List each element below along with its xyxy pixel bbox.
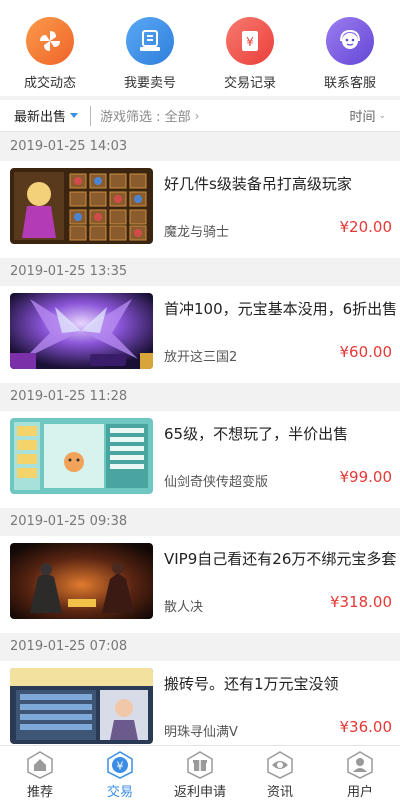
pinwheel-icon — [26, 17, 74, 65]
listing-thumbnail — [10, 418, 153, 494]
tab-news[interactable]: 资讯 — [240, 746, 320, 800]
sell-tag-icon — [126, 17, 174, 65]
listing-group: 2019-01-25 07:08 搬砖号。还有1万元宝没领 明珠寻仙满V ¥36… — [0, 633, 400, 758]
listing-game-name: 明珠寻仙满V — [164, 725, 238, 740]
gift-icon — [184, 750, 216, 780]
support-agent-icon — [326, 17, 374, 65]
listing-date: 2019-01-25 13:35 — [0, 258, 400, 286]
listing-price: ¥60.00 — [339, 343, 393, 361]
listing-group: 2019-01-25 13:35 首冲100，元宝基本没用，6折出售 放开这三国… — [0, 258, 400, 383]
listing-game-name: 散人决 — [164, 600, 204, 615]
tab-label: 推荐 — [26, 785, 53, 800]
quick-item-deal-feed[interactable]: 成交动态 — [0, 0, 100, 96]
tab-label: 用户 — [346, 785, 373, 800]
user-icon — [344, 750, 376, 780]
listing-date: 2019-01-25 14:03 — [0, 133, 400, 161]
home-icon — [24, 750, 56, 780]
listing-group: 2019-01-25 09:38 VIP9自己看还有26万不绑元宝多套 散人决 … — [0, 508, 400, 633]
quick-item-sell-account[interactable]: 我要卖号 — [100, 0, 200, 96]
chevron-right-icon: › — [194, 108, 200, 123]
listing-card[interactable]: 首冲100，元宝基本没用，6折出售 放开这三国2 ¥60.00 — [0, 286, 400, 383]
listing-group: 2019-01-25 11:28 65级，不想玩了，半价出售 仙剑奇侠传超变版 … — [0, 383, 400, 508]
listing-list: 2019-01-25 14:03 好几件s级装备吊打高级玩家 魔龙与骑士 ¥20… — [0, 133, 400, 758]
game-filter-button[interactable]: 游戏筛选 : 全部 › — [100, 106, 200, 126]
listing-thumbnail — [10, 668, 153, 744]
sort-newest-dropdown[interactable]: 最新出售 — [0, 106, 79, 125]
listing-price: ¥20.00 — [339, 218, 393, 236]
quick-label: 联系客服 — [323, 76, 376, 91]
listing-price: ¥99.00 — [339, 468, 393, 486]
listing-game-name: 放开这三国2 — [164, 350, 238, 365]
filter-bar: 最新出售 游戏筛选 : 全部 › 时间 ⌄ — [0, 100, 400, 132]
listing-thumbnail — [10, 293, 153, 369]
chevron-down-icon: ⌄ — [378, 110, 386, 121]
tab-label: 返利申请 — [173, 785, 226, 800]
listing-group: 2019-01-25 14:03 好几件s级装备吊打高级玩家 魔龙与骑士 ¥20… — [0, 133, 400, 258]
quick-label: 我要卖号 — [123, 76, 176, 91]
listing-game-name: 魔龙与骑士 — [164, 225, 230, 240]
divider — [90, 105, 92, 126]
time-sort-label: 时间 — [349, 110, 376, 125]
time-sort-dropdown[interactable]: 时间 ⌄ — [349, 106, 400, 125]
quick-menu: 成交动态 我要卖号 ¥ 交易记录 联系客服 — [0, 0, 400, 96]
quick-label: 成交动态 — [23, 76, 76, 91]
tab-rebate[interactable]: 返利申请 — [160, 746, 240, 800]
listing-title: 65级，不想玩了，半价出售 — [164, 425, 349, 443]
game-filter-label: 游戏筛选 : 全部 — [100, 110, 191, 125]
quick-item-customer-service[interactable]: 联系客服 — [300, 0, 400, 96]
svg-text:¥: ¥ — [117, 760, 124, 773]
quick-item-trade-records[interactable]: ¥ 交易记录 — [200, 0, 300, 96]
tab-trade[interactable]: ¥ 交易 — [80, 746, 160, 800]
tab-user[interactable]: 用户 — [320, 746, 400, 800]
listing-price: ¥36.00 — [339, 718, 393, 736]
listing-title: 好几件s级装备吊打高级玩家 — [164, 175, 352, 193]
yuan-icon: ¥ — [104, 750, 136, 780]
bottom-tab-bar: 推荐 ¥ 交易 返利申请 资讯 用户 — [0, 745, 400, 800]
tab-label: 资讯 — [266, 785, 293, 800]
listing-card[interactable]: 好几件s级装备吊打高级玩家 魔龙与骑士 ¥20.00 — [0, 161, 400, 258]
listing-title: VIP9自己看还有26万不绑元宝多套时装 — [164, 550, 396, 568]
quick-label: 交易记录 — [223, 76, 276, 91]
listing-price: ¥318.00 — [329, 593, 392, 611]
record-icon: ¥ — [226, 17, 274, 65]
tab-recommend[interactable]: 推荐 — [0, 746, 80, 800]
listing-date: 2019-01-25 07:08 — [0, 633, 400, 661]
sort-label: 最新出售 — [14, 110, 67, 125]
listing-thumbnail — [10, 543, 153, 619]
listing-card[interactable]: 65级，不想玩了，半价出售 仙剑奇侠传超变版 ¥99.00 — [0, 411, 400, 508]
listing-title: 首冲100，元宝基本没用，6折出售 — [164, 300, 396, 318]
listing-date: 2019-01-25 11:28 — [0, 383, 400, 411]
eye-icon — [264, 750, 296, 780]
caret-down-icon — [70, 113, 79, 118]
listing-thumbnail — [10, 168, 153, 244]
tab-label: 交易 — [106, 785, 133, 800]
app-root: { "quick_menu": { "items": [ {"label": "… — [0, 0, 400, 800]
listing-title: 搬砖号。还有1万元宝没领 — [164, 675, 339, 693]
listing-game-name: 仙剑奇侠传超变版 — [164, 475, 269, 490]
listing-card[interactable]: 搬砖号。还有1万元宝没领 明珠寻仙满V ¥36.00 — [0, 661, 400, 758]
svg-text:¥: ¥ — [246, 35, 254, 49]
listing-card[interactable]: VIP9自己看还有26万不绑元宝多套时装 散人决 ¥318.00 — [0, 536, 400, 633]
listing-date: 2019-01-25 09:38 — [0, 508, 400, 536]
